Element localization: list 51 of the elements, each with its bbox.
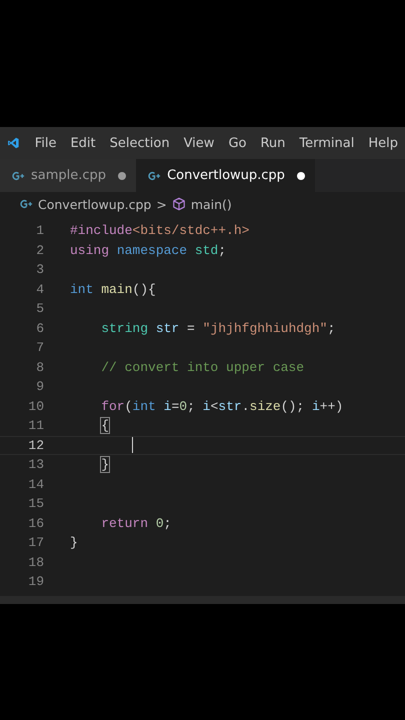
code-line: string str = "jhjhfghhiuhdgh"; bbox=[100, 320, 336, 336]
menu-item[interactable]: Selection bbox=[102, 136, 177, 150]
code-line: } bbox=[100, 457, 110, 472]
line-number: 11 bbox=[27, 418, 44, 434]
code-line: using namespace std; bbox=[70, 242, 226, 258]
line-number: 5 bbox=[35, 301, 44, 316]
menu-item[interactable]: Help bbox=[361, 136, 405, 150]
code-line: for(int i=0; i<str.size(); i++) bbox=[100, 398, 344, 414]
editor-tab[interactable]: sample.cpp bbox=[0, 159, 136, 192]
code-line: } bbox=[70, 535, 78, 550]
line-number: 2 bbox=[35, 242, 44, 258]
menu-item[interactable]: File bbox=[28, 136, 64, 150]
line-number: 14 bbox=[27, 476, 44, 492]
unsaved-dot-icon bbox=[118, 172, 126, 180]
line-number: 3 bbox=[35, 262, 44, 278]
line-number: 6 bbox=[35, 320, 44, 336]
menu-item[interactable]: Go bbox=[221, 136, 254, 150]
line-number: 17 bbox=[27, 535, 44, 550]
cube-icon bbox=[172, 197, 186, 211]
line-number: 15 bbox=[27, 496, 44, 512]
code-line: return 0; bbox=[100, 516, 172, 531]
line-number: 12 bbox=[27, 438, 44, 453]
menu-item[interactable]: View bbox=[176, 136, 222, 150]
line-number: 9 bbox=[35, 379, 44, 394]
line-number: 1 bbox=[35, 223, 44, 238]
cpp-file-icon bbox=[20, 199, 33, 209]
breadcrumb-file[interactable]: Convertlowup.cpp bbox=[38, 196, 152, 212]
line-number: 16 bbox=[27, 516, 44, 531]
line-number: 8 bbox=[35, 360, 44, 375]
line-number: 7 bbox=[35, 340, 44, 356]
unsaved-dot-icon bbox=[296, 172, 305, 180]
cpp-file-icon bbox=[148, 170, 162, 180]
code-line: // convert into upper case bbox=[100, 360, 304, 375]
line-number: 4 bbox=[35, 282, 44, 297]
cpp-file-icon bbox=[12, 170, 25, 180]
line-number: 13 bbox=[27, 457, 44, 472]
code-line: { bbox=[100, 418, 110, 434]
menu-item[interactable]: Run bbox=[253, 136, 292, 150]
editor-tab[interactable]: Convertlowup.cpp bbox=[136, 159, 315, 192]
line-number: 19 bbox=[27, 574, 44, 590]
breadcrumb-separator: > bbox=[156, 196, 167, 212]
tab-label: sample.cpp bbox=[31, 168, 106, 183]
line-number: 10 bbox=[27, 398, 44, 414]
breadcrumb-symbol[interactable]: main() bbox=[190, 196, 232, 212]
tab-label: Convertlowup.cpp bbox=[167, 168, 285, 183]
text-cursor bbox=[132, 437, 134, 454]
line-number: 18 bbox=[27, 554, 44, 570]
code-line: #include<bits/stdc++.h> bbox=[70, 223, 250, 238]
menu-item[interactable]: Terminal bbox=[292, 136, 362, 150]
code-line: int main(){ bbox=[70, 282, 156, 297]
menu-item[interactable]: Edit bbox=[63, 136, 103, 150]
